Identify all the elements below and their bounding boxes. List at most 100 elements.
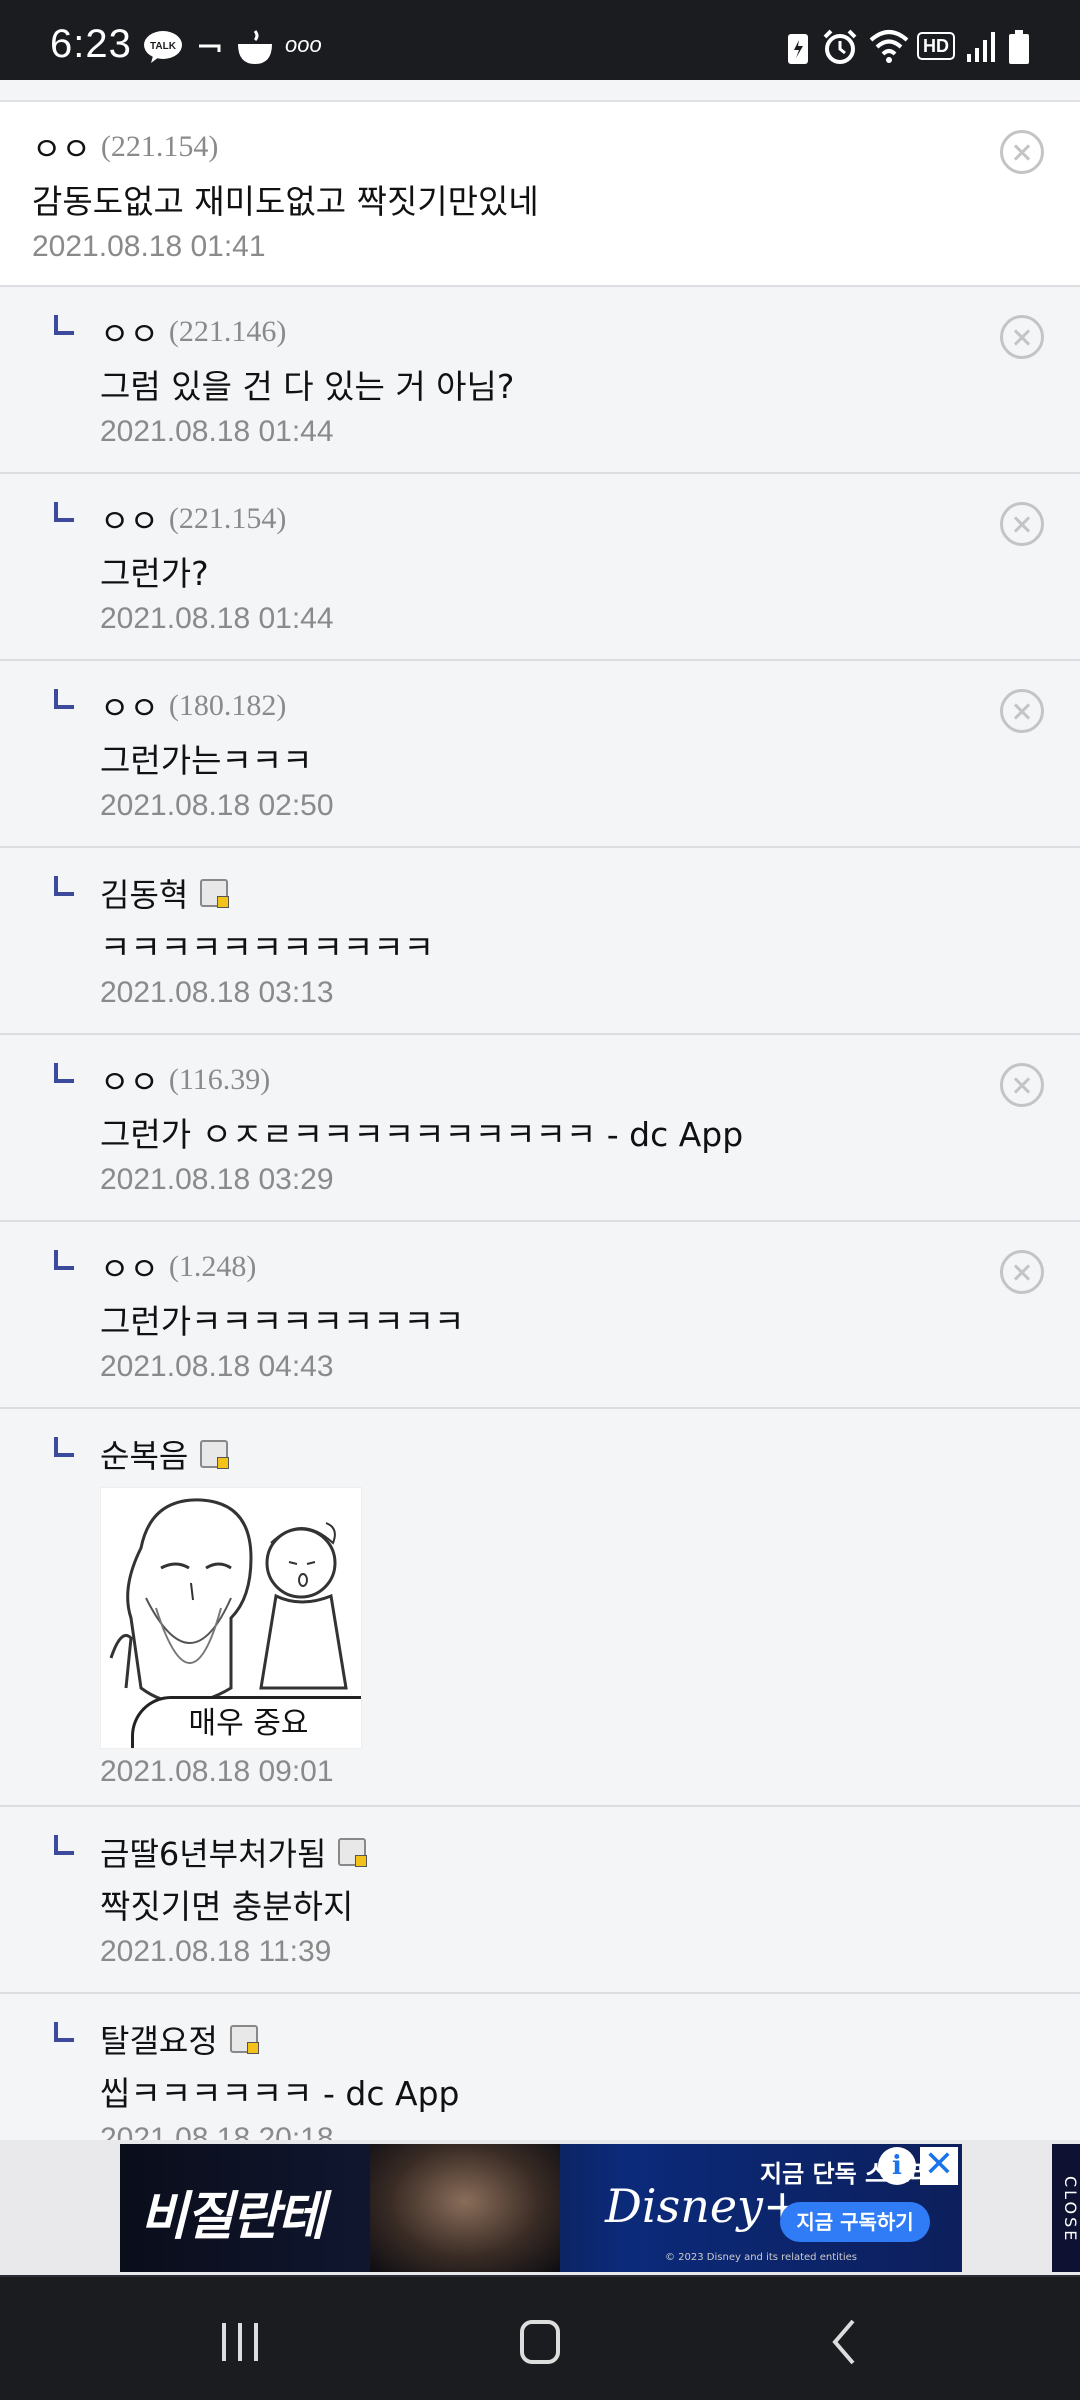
delete-comment-button[interactable] xyxy=(1000,689,1044,733)
comment-content: ㅇㅇ (221.146) 그럼 있을 건 다 있는 거 아님? 2021.08.… xyxy=(100,309,960,449)
comment-ip: (116.39) xyxy=(168,1063,271,1096)
comment-author-row: 탈갤요정 xyxy=(100,2016,960,2062)
comment-text: 씹ㅋㅋㅋㅋㅋㅋ - dc App xyxy=(100,2074,460,2113)
notification-badge: ooo xyxy=(285,32,322,57)
comment-ip: (221.146) xyxy=(168,315,287,348)
comment-nickname[interactable]: ㅇㅇ xyxy=(100,309,159,355)
ad-info-icon[interactable]: i xyxy=(878,2147,916,2185)
comment-author-row: 순복음 xyxy=(100,1431,960,1477)
comment-text: 그런가는ㅋㅋㅋ xyxy=(100,741,313,780)
comment-author-row: ㅇㅇ (180.182) xyxy=(100,683,960,729)
fixed-member-icon xyxy=(229,2025,259,2054)
reply-item: 김동혁 ㅋㅋㅋㅋㅋㅋㅋㅋㅋㅋㅋ 2021.08.18 03:13 xyxy=(0,848,1080,1035)
reply-arrow-icon xyxy=(54,689,74,709)
minus-icon xyxy=(199,44,221,52)
ad-close-icon[interactable]: ✕ xyxy=(920,2147,958,2185)
reply-item: ㅇㅇ (221.146) 그럼 있을 건 다 있는 거 아님? 2021.08.… xyxy=(0,287,1080,474)
ad-copyright: © 2023 Disney and its related entities xyxy=(665,2252,857,2263)
battery-saver-icon xyxy=(788,34,808,64)
comment-ip: (221.154) xyxy=(100,130,219,163)
comment-date: 2021.08.18 03:13 xyxy=(100,976,334,1009)
delete-comment-button[interactable] xyxy=(1000,315,1044,359)
reply-arrow-icon xyxy=(54,1250,74,1270)
kakaotalk-icon: TALK xyxy=(144,31,182,63)
reply-item: ㅇㅇ (116.39) 그런가 ㅇㅈㄹㅋㅋㅋㅋㅋㅋㅋㅋㅋㅋ - dc App 2… xyxy=(0,1035,1080,1222)
ad-portrait-image xyxy=(370,2144,560,2272)
comment-author-row: 김동혁 xyxy=(100,870,960,916)
comment-text: 그런가ㅋㅋㅋㅋㅋㅋㅋㅋㅋ xyxy=(100,1302,465,1341)
comment-nickname[interactable]: 탈갤요정 xyxy=(100,2016,218,2062)
dccon-caption: 매우 중요 xyxy=(131,1696,361,1748)
ad-banner[interactable]: 비질란테 Disney+ 지금 단독 스트리밍 지금 구독하기 © 2023 D… xyxy=(120,2144,962,2272)
delete-comment-button[interactable] xyxy=(1000,1063,1044,1107)
fixed-member-icon xyxy=(200,879,230,908)
comment-date: 2021.08.18 02:50 xyxy=(100,789,334,822)
comment-list[interactable]: ㅇㅇ (221.154) 감동도없고 재미도없고 짝짓기만있네 2021.08.… xyxy=(0,80,1080,2140)
delete-comment-button[interactable] xyxy=(1000,502,1044,546)
coffee-cup-icon xyxy=(238,30,272,64)
ad-area: 비질란테 Disney+ 지금 단독 스트리밍 지금 구독하기 © 2023 D… xyxy=(0,2140,1080,2275)
comment-text: 감동도없고 재미도없고 짝짓기만있네 xyxy=(32,182,539,221)
comment-text: ㅋㅋㅋㅋㅋㅋㅋㅋㅋㅋㅋ xyxy=(100,928,434,967)
comment-author-row: ㅇㅇ (116.39) xyxy=(100,1057,960,1103)
comment-content: ㅇㅇ (221.154) 그런가? 2021.08.18 01:44 xyxy=(100,496,960,636)
reply-arrow-icon xyxy=(54,1437,74,1457)
reply-arrow-icon xyxy=(54,502,74,522)
comment-author-row: ㅇㅇ (221.154) xyxy=(32,124,960,170)
status-time: 6:23 xyxy=(50,22,132,66)
reply-item: ㅇㅇ (221.154) 그런가? 2021.08.18 01:44 xyxy=(0,474,1080,661)
comment-ip: (221.154) xyxy=(168,502,287,535)
delete-comment-button[interactable] xyxy=(1000,1250,1044,1294)
comment-nickname[interactable]: ㅇㅇ xyxy=(100,1244,159,1290)
comment-nickname[interactable]: 순복음 xyxy=(100,1431,188,1477)
comment-author-row: ㅇㅇ (1.248) xyxy=(100,1244,960,1290)
list-top-divider xyxy=(0,80,1080,102)
comment-date: 2021.08.18 03:29 xyxy=(100,1163,334,1196)
comment-content: 순복음 매우 중요 2021.08.18 09:01 xyxy=(100,1431,960,1789)
reply-arrow-icon xyxy=(54,2022,74,2042)
comment-nickname[interactable]: ㅇㅇ xyxy=(100,1057,159,1103)
ad-close-button[interactable]: CLOSE xyxy=(1052,2144,1080,2272)
recent-apps-button[interactable] xyxy=(200,2307,280,2377)
comment-nickname[interactable]: 김동혁 xyxy=(100,870,188,916)
navigation-bar xyxy=(0,2275,1080,2400)
comment-content: ㅇㅇ (221.154) 감동도없고 재미도없고 짝짓기만있네 2021.08.… xyxy=(32,124,960,264)
battery-icon xyxy=(1009,30,1029,64)
comment-date: 2021.08.18 01:41 xyxy=(32,230,266,263)
alarm-icon xyxy=(823,29,857,64)
status-bar: 6:23 TALK ooo HD xyxy=(0,0,1080,80)
home-button[interactable] xyxy=(500,2307,580,2377)
comment-date: 2021.08.18 01:44 xyxy=(100,602,334,635)
ad-subscribe-button[interactable]: 지금 구독하기 xyxy=(780,2202,930,2242)
comment-nickname[interactable]: 금딸6년부처가됨 xyxy=(100,1829,326,1875)
reply-arrow-icon xyxy=(54,1063,74,1083)
comment-nickname[interactable]: ㅇㅇ xyxy=(100,683,159,729)
comment-content: 금딸6년부처가됨 짝짓기면 충분하지 2021.08.18 11:39 xyxy=(100,1829,960,1969)
comment-date: 2021.08.18 20:18 xyxy=(100,2122,334,2140)
reply-item: 순복음 매우 중요 2021.08.18 09:01 xyxy=(0,1409,1080,1807)
comment-author-row: 금딸6년부처가됨 xyxy=(100,1829,960,1875)
comment-item: ㅇㅇ (221.154) 감동도없고 재미도없고 짝짓기만있네 2021.08.… xyxy=(0,102,1080,287)
comment-date: 2021.08.18 04:43 xyxy=(100,1350,334,1383)
comment-content: ㅇㅇ (1.248) 그런가ㅋㅋㅋㅋㅋㅋㅋㅋㅋ 2021.08.18 04:43 xyxy=(100,1244,960,1384)
comment-ip: (180.182) xyxy=(168,689,287,722)
hd-voice-icon: HD xyxy=(917,32,955,60)
comment-content: ㅇㅇ (180.182) 그런가는ㅋㅋㅋ 2021.08.18 02:50 xyxy=(100,683,960,823)
comment-content: 김동혁 ㅋㅋㅋㅋㅋㅋㅋㅋㅋㅋㅋ 2021.08.18 03:13 xyxy=(100,870,960,1010)
comment-date: 2021.08.18 01:44 xyxy=(100,415,334,448)
dccon-sticker-image[interactable]: 매우 중요 xyxy=(100,1487,362,1749)
fixed-member-icon xyxy=(338,1838,368,1867)
delete-comment-button[interactable] xyxy=(1000,130,1044,174)
comment-content: 탈갤요정 씹ㅋㅋㅋㅋㅋㅋ - dc App 2021.08.18 20:18 xyxy=(100,2016,960,2140)
comment-text: 그런가 ㅇㅈㄹㅋㅋㅋㅋㅋㅋㅋㅋㅋㅋ - dc App xyxy=(100,1115,744,1154)
fixed-member-icon xyxy=(200,1440,230,1469)
comment-author-row: ㅇㅇ (221.154) xyxy=(100,496,960,542)
comment-nickname[interactable]: ㅇㅇ xyxy=(32,124,91,170)
comment-ip: (1.248) xyxy=(168,1250,257,1283)
reply-item: 금딸6년부처가됨 짝짓기면 충분하지 2021.08.18 11:39 xyxy=(0,1807,1080,1994)
signal-icon xyxy=(967,32,995,62)
back-button[interactable] xyxy=(805,2307,885,2377)
comment-text: 짝짓기면 충분하지 xyxy=(100,1887,354,1926)
comment-date: 2021.08.18 09:01 xyxy=(100,1755,334,1788)
comment-nickname[interactable]: ㅇㅇ xyxy=(100,496,159,542)
